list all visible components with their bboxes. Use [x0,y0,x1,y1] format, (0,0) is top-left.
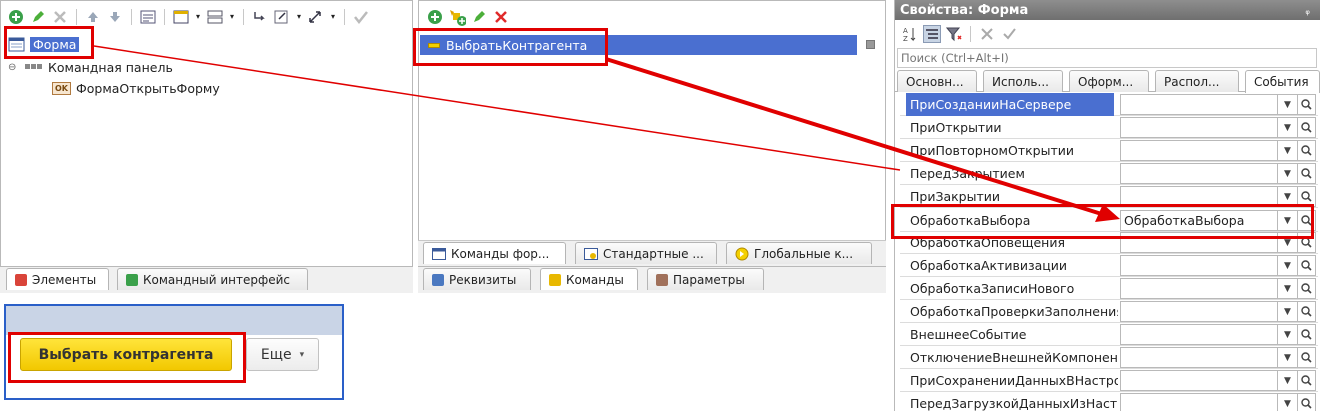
arrow-line-thin [93,45,901,171]
arrow-line-thick [605,57,1109,218]
pointer-arrow [93,45,1120,222]
